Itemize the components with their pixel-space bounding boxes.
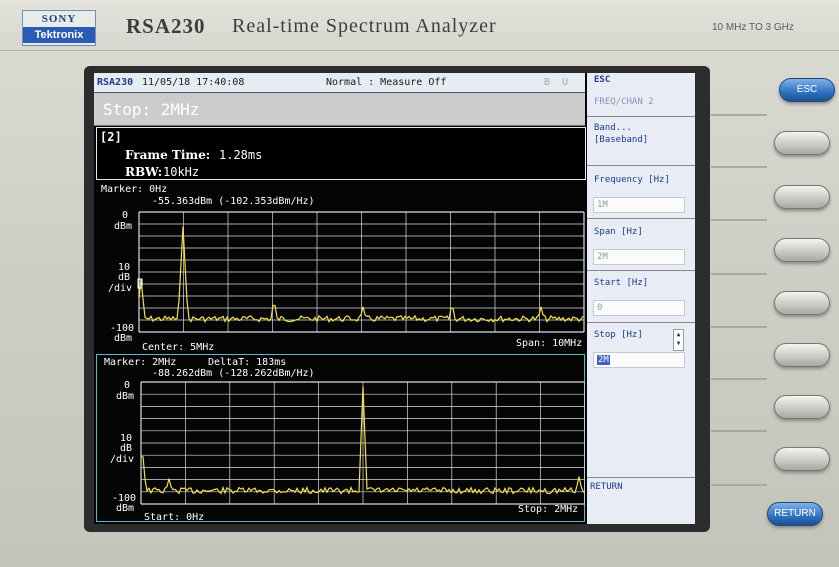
menu-esc-label: ESC (594, 75, 611, 85)
brand-logo: SONY Tektronix (22, 10, 96, 46)
return-hw-button[interactable]: RETURN (767, 502, 823, 526)
frame-time-value: 1.28ms (219, 148, 263, 162)
brand-strip: SONY Tektronix RSA230 Real-time Spectrum… (0, 0, 839, 51)
stop-label: Stop [Hz] (594, 330, 643, 340)
stop-banner: Stop: 2MHz (94, 93, 585, 126)
softkey-7-button[interactable] (774, 447, 830, 471)
frequency-range: 10 MHz TO 3 GHz (712, 22, 794, 33)
band-label: Band... (594, 123, 632, 133)
softkey-4-button[interactable] (774, 291, 830, 315)
stop-field-value: 2M (597, 355, 610, 365)
trace-2-plot (140, 381, 585, 505)
start-label: Start [Hz] (594, 278, 649, 288)
frequency-field[interactable]: 1M (593, 197, 685, 213)
menu-band[interactable]: Band... [Baseband] (587, 117, 695, 166)
bezel-groove (711, 430, 767, 432)
trace-1-waveform (138, 226, 584, 324)
bezel-groove (711, 219, 767, 221)
softkey-5-button[interactable] (774, 343, 830, 367)
trace-2-panel: Marker: 2MHz DeltaT: 183ms -88.262dBm (-… (94, 354, 585, 524)
band-value: [Baseband] (594, 135, 649, 145)
bezel-groove (711, 273, 767, 275)
status-header: RSA230 11/05/18 17:40:08 Normal : Measur… (94, 73, 585, 107)
softkey-6-button[interactable] (774, 395, 830, 419)
rbw-label: RBW: (125, 165, 163, 179)
bezel-groove (711, 326, 767, 328)
brand-sony: SONY (41, 13, 77, 25)
menu-stop[interactable]: Stop [Hz] ▲ ▼ 2M (587, 323, 695, 371)
start-field[interactable]: 0 (593, 300, 685, 316)
bezel-groove (711, 166, 767, 168)
bezel-groove (711, 378, 767, 380)
rbw-value: 10kHz (163, 165, 200, 179)
header-status: Normal : Measure Off (326, 77, 447, 88)
measurement-info-box: [2] Frame Time: 1.28ms RBW: 10kHz (96, 127, 586, 180)
menu-esc-title[interactable]: ESC FREQ/CHAN 2 (587, 73, 695, 117)
span-label: Span [Hz] (594, 227, 643, 237)
softkey-3-button[interactable] (774, 238, 830, 262)
info-index: [2] (100, 130, 122, 144)
menu-title: FREQ/CHAN 2 (594, 97, 654, 107)
trace-1-plot (137, 211, 585, 333)
bezel-groove (711, 114, 767, 116)
esc-hw-button[interactable]: ESC (779, 78, 835, 102)
header-model: RSA230 (97, 77, 134, 88)
softkey-2-button[interactable] (774, 185, 830, 209)
stop-banner-text: Stop: 2MHz (103, 100, 200, 119)
frequency-label: Frequency [Hz] (594, 175, 670, 185)
display-screen: RSA230 11/05/18 17:40:08 Normal : Measur… (94, 73, 695, 524)
brand-tektronix: Tektronix (23, 27, 95, 43)
stop-stepper[interactable]: ▲ ▼ (673, 329, 684, 351)
model-description: Real-time Spectrum Analyzer (232, 15, 497, 37)
bezel-groove (711, 484, 767, 486)
side-menu-panel: ESC FREQ/CHAN 2 Band... [Baseband] Frequ… (587, 73, 695, 524)
header-datetime: 11/05/18 17:40:08 (142, 77, 245, 88)
stop-field[interactable]: 2M (593, 352, 685, 368)
menu-return[interactable]: RETURN (587, 477, 695, 524)
softkey-1-button[interactable] (774, 131, 830, 155)
menu-frequency[interactable]: Frequency [Hz] 1M (587, 166, 695, 219)
span-field[interactable]: 2M (593, 249, 685, 265)
menu-start[interactable]: Start [Hz] 0 (587, 271, 695, 323)
frame-time-label: Frame Time: (125, 148, 211, 162)
return-label: RETURN (590, 482, 623, 492)
model-name: RSA230 (126, 14, 206, 38)
trace-1-panel: Marker: 0Hz -55.363dBm (-102.353dBm/Hz) … (94, 182, 585, 353)
menu-span[interactable]: Span [Hz] 2M (587, 219, 695, 271)
